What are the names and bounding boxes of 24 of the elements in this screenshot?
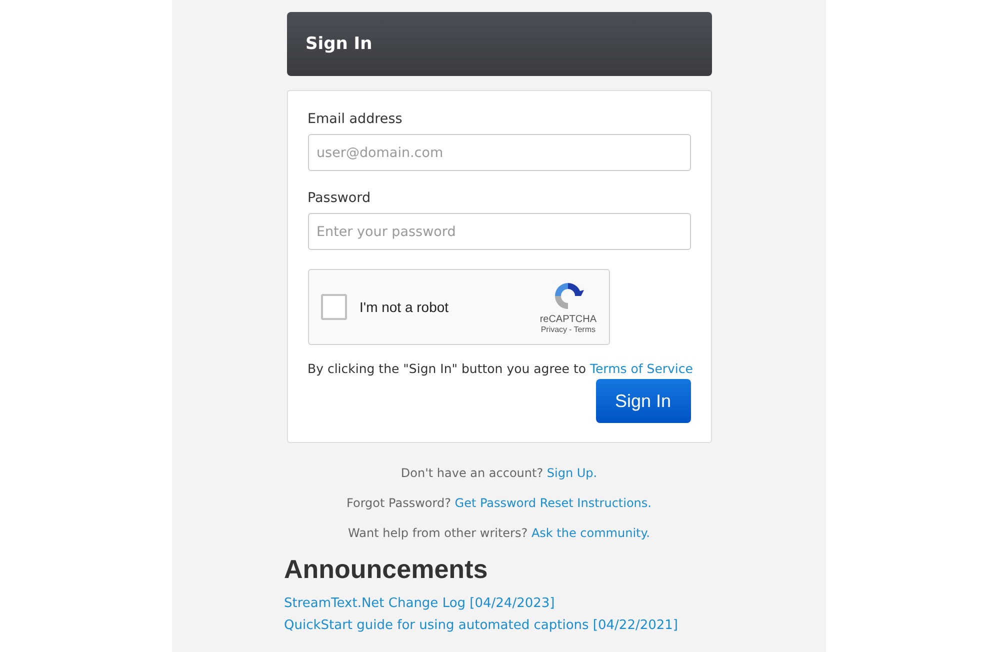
- sign-in-button[interactable]: Sign In: [596, 379, 690, 423]
- announcement-link[interactable]: StreamText.Net Change Log [04/24/2023]: [284, 593, 555, 615]
- captcha-label: I'm not a robot: [360, 299, 450, 315]
- link-separator: -: [569, 325, 572, 334]
- field-label: Password: [308, 190, 372, 206]
- help-link[interactable]: Ask the community.: [531, 526, 650, 540]
- page-title: Sign In: [306, 34, 372, 54]
- section-heading: Announcements: [284, 554, 488, 585]
- help-link[interactable]: Get Password Reset Instructions.: [454, 496, 652, 510]
- agreement-text: By clicking the "Sign In" button you agree to Terms of Service: [308, 361, 690, 376]
- help-text: Forgot Password? Get Password Reset Instructions.: [346, 495, 652, 512]
- help-link[interactable]: Sign Up.: [546, 466, 598, 480]
- announcement-link[interactable]: QuickStart guide for using automated captions [04/22/2021]: [284, 615, 678, 637]
- help-text: Don't have an account? Sign Up.: [400, 465, 598, 482]
- password-field[interactable]: Enter your password: [308, 213, 690, 250]
- help-text: Want help from other writers? Ask the community.: [348, 525, 650, 542]
- email-field[interactable]: user@domain.com: [308, 134, 690, 171]
- recaptcha-icon: [552, 280, 584, 312]
- captcha-checkbox[interactable]: [320, 294, 346, 320]
- privacy-link[interactable]: Privacy: [540, 325, 568, 334]
- field-label: Email address: [308, 111, 404, 127]
- captcha-brand: reCAPTCHA: [540, 314, 596, 325]
- terms-of-service-link[interactable]: Terms of Service: [590, 361, 693, 376]
- terms-link[interactable]: Terms: [574, 325, 596, 334]
